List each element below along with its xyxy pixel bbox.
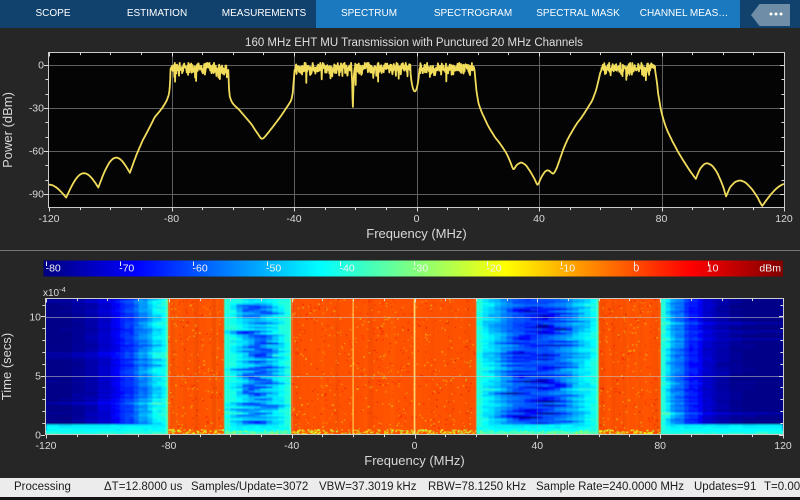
svg-text:-30: -30 bbox=[413, 263, 428, 275]
svg-text:-40: -40 bbox=[340, 263, 355, 275]
svg-text:10: 10 bbox=[707, 263, 719, 275]
svg-text:0: 0 bbox=[414, 213, 420, 225]
svg-text:-70: -70 bbox=[119, 263, 134, 275]
svg-text:40: 40 bbox=[533, 213, 545, 225]
svg-text:-10: -10 bbox=[560, 263, 575, 275]
svg-text:-120: -120 bbox=[38, 213, 59, 225]
svg-text:-80: -80 bbox=[46, 263, 61, 275]
svg-text:-20: -20 bbox=[486, 263, 501, 275]
svg-text:0: 0 bbox=[633, 263, 639, 275]
svg-text:120: 120 bbox=[775, 213, 793, 225]
svg-text:-30: -30 bbox=[29, 103, 44, 115]
svg-text:80: 80 bbox=[656, 213, 668, 225]
svg-text:-50: -50 bbox=[266, 263, 281, 275]
svg-text:-40: -40 bbox=[286, 213, 301, 225]
svg-text:-80: -80 bbox=[164, 213, 179, 225]
svg-text:Power (dBm): Power (dBm) bbox=[0, 92, 15, 168]
svg-text:-90: -90 bbox=[29, 189, 44, 201]
svg-text:-60: -60 bbox=[29, 146, 44, 158]
svg-text:160 MHz EHT MU Transmission wi: 160 MHz EHT MU Transmission with Punctur… bbox=[245, 37, 583, 49]
svg-text:-60: -60 bbox=[193, 263, 208, 275]
svg-text:dBm: dBm bbox=[759, 263, 781, 275]
svg-text:0: 0 bbox=[38, 60, 44, 72]
svg-text:Frequency (MHz): Frequency (MHz) bbox=[366, 226, 466, 241]
